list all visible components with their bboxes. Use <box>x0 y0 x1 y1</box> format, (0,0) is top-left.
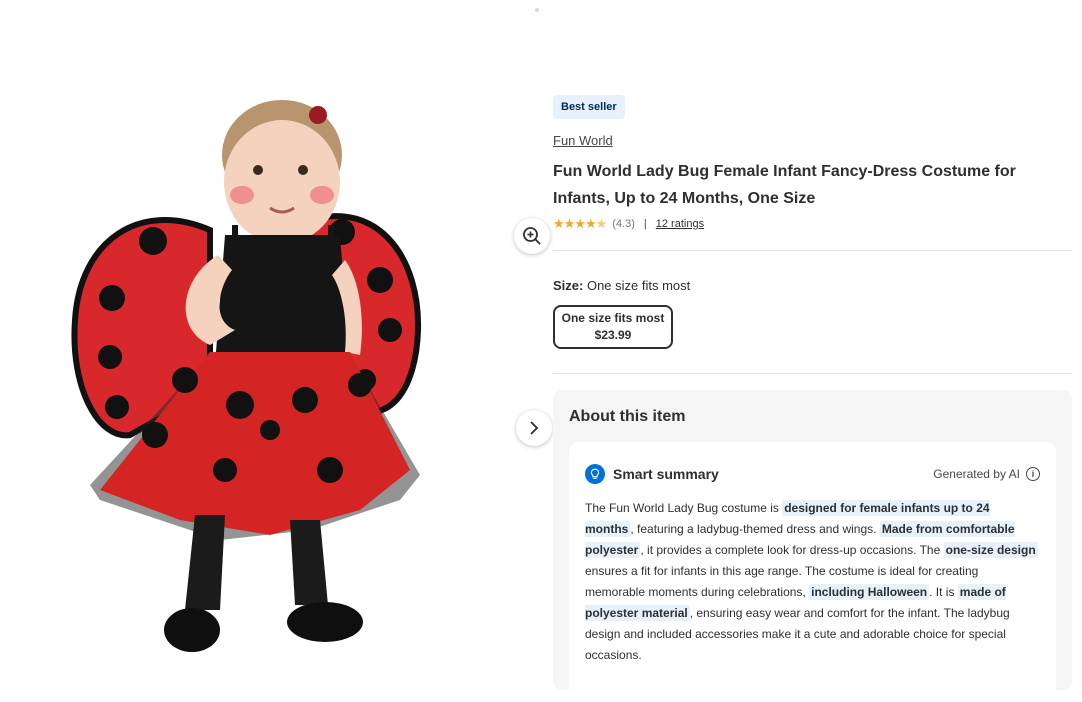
rating-row: ★★★★★ (4.3) | 12 ratings <box>553 216 1072 232</box>
size-option-price: $23.99 <box>594 328 632 342</box>
divider <box>553 250 1072 251</box>
zoom-in-icon <box>523 227 541 245</box>
generated-by-ai: Generated by AI i <box>933 467 1040 481</box>
baby-head <box>222 100 342 244</box>
summary-highlight: one-size design <box>943 542 1038 558</box>
star-rating[interactable]: ★★★★★ <box>553 216 608 232</box>
summary-text-segment: The Fun World Lady Bug costume is <box>585 501 783 515</box>
ratings-count-link[interactable]: 12 ratings <box>656 218 704 230</box>
half-star-icon: ★ <box>595 216 608 231</box>
smart-summary-text: The Fun World Lady Bug costume is design… <box>585 498 1040 666</box>
next-image-button[interactable] <box>516 410 552 446</box>
product-info-panel: Best seller Fun World Fun World Lady Bug… <box>553 95 1072 702</box>
smart-summary-header: Smart summary Generated by AI i <box>585 464 1040 484</box>
about-this-item-section: About this item Smart summary Generated … <box>553 390 1072 702</box>
product-image[interactable] <box>60 90 460 670</box>
chevron-right-icon <box>530 421 539 435</box>
product-image-gallery <box>40 80 552 677</box>
summary-highlight: including Halloween <box>809 584 930 600</box>
info-icon[interactable]: i <box>1026 467 1040 481</box>
summary-text-segment: , it provides a complete look for dress-… <box>640 543 944 557</box>
summary-text-segment: . It is <box>929 585 958 599</box>
baby-legs <box>164 515 363 652</box>
costume-top <box>215 225 350 365</box>
smart-summary-card: Smart summary Generated by AI i The Fun … <box>569 442 1056 702</box>
size-option-label: One size fits most <box>561 311 665 325</box>
size-option-one-size[interactable]: One size fits most $23.99 <box>553 305 673 349</box>
size-selector-label: Size: One size fits most <box>553 278 1072 293</box>
best-seller-badge: Best seller <box>553 95 625 119</box>
star-icon: ★ <box>553 216 565 231</box>
size-label: Size: <box>553 278 584 293</box>
divider <box>553 373 1072 374</box>
smart-summary-title: Smart summary <box>613 466 719 482</box>
summary-text-segment: , featuring a ladybug-themed dress and w… <box>630 522 880 536</box>
zoom-button[interactable] <box>514 218 550 254</box>
top-indicator-dot <box>535 8 539 12</box>
selected-size: One size fits most <box>586 278 691 293</box>
star-icon: ★ <box>584 216 597 231</box>
lightbulb-icon <box>585 464 605 484</box>
brand-link[interactable]: Fun World <box>553 133 613 148</box>
star-icon: ★ <box>563 216 576 231</box>
rating-separator: | <box>643 218 647 230</box>
product-title: Fun World Lady Bug Female Infant Fancy-D… <box>553 163 1016 207</box>
rating-value: (4.3) <box>612 218 635 230</box>
star-icon: ★ <box>574 216 586 231</box>
about-title: About this item <box>569 408 686 425</box>
generated-by-ai-label: Generated by AI <box>933 467 1020 481</box>
